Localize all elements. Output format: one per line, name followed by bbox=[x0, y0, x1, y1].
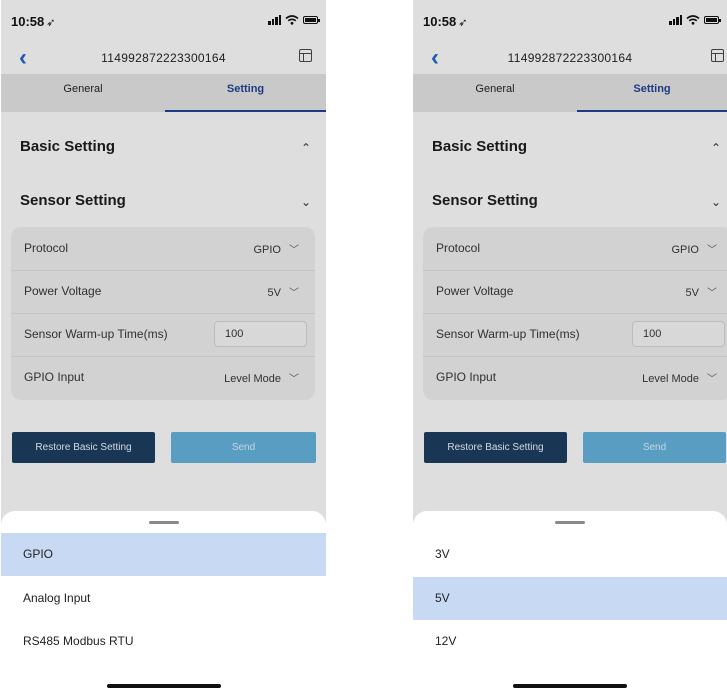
restore-basic-setting-button[interactable]: Restore Basic Setting bbox=[12, 432, 155, 463]
option-analog-input[interactable]: Analog Input bbox=[1, 577, 326, 620]
status-bar: 10:58 ➶ bbox=[1, 0, 326, 36]
warmup-time-input[interactable] bbox=[632, 321, 725, 347]
voltage-picker-sheet: 3V 5V 12V bbox=[413, 511, 727, 691]
protocol-picker-sheet: GPIO Analog Input RS485 Modbus RTU bbox=[1, 511, 326, 691]
tab-general[interactable]: General bbox=[413, 74, 577, 112]
battery-icon bbox=[704, 16, 721, 24]
phone-screen-voltage: 10:58 ➶ ‹ 114992872223300164 General Sett… bbox=[413, 0, 727, 691]
location-icon: ➶ bbox=[46, 17, 56, 29]
chevron-down-icon: ﹀ bbox=[707, 288, 717, 299]
chevron-down-icon: ﹀ bbox=[289, 245, 299, 256]
nav-bar: ‹ 114992872223300164 bbox=[413, 40, 727, 76]
section-sensor-setting[interactable]: Sensor Setting ⌄ bbox=[1, 185, 326, 219]
sensor-settings-card: Protocol GPIO ﹀ Power Voltage 5V ﹀ Sensor … bbox=[11, 227, 315, 400]
protocol-row: Protocol GPIO ﹀ bbox=[423, 227, 727, 271]
layout-icon[interactable] bbox=[711, 49, 724, 62]
chevron-down-icon: ﹀ bbox=[707, 374, 717, 385]
power-voltage-select[interactable]: 5V ﹀ bbox=[268, 284, 299, 299]
device-id-title: 114992872223300164 bbox=[101, 51, 226, 65]
wifi-icon bbox=[285, 15, 299, 25]
section-basic-setting[interactable]: Basic Setting ⌃ bbox=[413, 131, 727, 165]
section-title: Basic Setting bbox=[20, 138, 116, 155]
power-voltage-row: Power Voltage 5V ﹀ bbox=[11, 270, 315, 314]
option-12v[interactable]: 12V bbox=[413, 620, 727, 663]
tab-general[interactable]: General bbox=[1, 74, 165, 112]
battery-icon bbox=[303, 16, 320, 24]
chevron-up-icon: ⌃ bbox=[710, 141, 721, 155]
protocol-select[interactable]: GPIO ﹀ bbox=[253, 241, 299, 256]
power-voltage-label: Power Voltage bbox=[436, 284, 514, 298]
chevron-down-icon: ﹀ bbox=[289, 374, 299, 385]
gpio-input-select[interactable]: Level Mode ﹀ bbox=[642, 370, 717, 385]
signal-icon bbox=[669, 15, 682, 25]
send-button[interactable]: Send bbox=[583, 432, 726, 463]
send-button[interactable]: Send bbox=[171, 432, 316, 463]
gpio-input-row: GPIO Input Level Mode ﹀ bbox=[11, 356, 315, 399]
layout-icon[interactable] bbox=[299, 49, 312, 62]
chevron-down-icon: ⌄ bbox=[710, 195, 721, 209]
tab-setting[interactable]: Setting bbox=[577, 74, 727, 112]
tab-bar: General Setting bbox=[1, 74, 326, 112]
power-voltage-select[interactable]: 5V ﹀ bbox=[686, 284, 717, 299]
section-title: Basic Setting bbox=[432, 138, 528, 155]
warmup-time-row: Sensor Warm-up Time(ms) bbox=[423, 313, 727, 357]
warmup-time-input[interactable] bbox=[214, 321, 307, 347]
option-gpio[interactable]: GPIO bbox=[1, 533, 326, 576]
tab-bar: General Setting bbox=[413, 74, 727, 112]
power-voltage-row: Power Voltage 5V ﹀ bbox=[423, 270, 727, 314]
warmup-time-label: Sensor Warm-up Time(ms) bbox=[24, 327, 168, 341]
option-5v[interactable]: 5V bbox=[413, 577, 727, 620]
status-bar: 10:58 ➶ bbox=[413, 0, 727, 36]
status-time: 10:58 ➶ bbox=[11, 14, 56, 29]
warmup-time-row: Sensor Warm-up Time(ms) bbox=[11, 313, 315, 357]
settings-screen: 10:58 ➶ ‹ 114992872223300164 General Sett… bbox=[413, 0, 727, 691]
protocol-row: Protocol GPIO ﹀ bbox=[11, 227, 315, 271]
settings-screen: 10:58 ➶ ‹ 114992872223300164 General Sett… bbox=[1, 0, 326, 691]
location-icon: ➶ bbox=[458, 17, 468, 29]
device-id-title: 114992872223300164 bbox=[507, 51, 633, 65]
phone-screen-protocol: 10:58 ➶ ‹ 114992872223300164 General Sett… bbox=[1, 0, 326, 691]
home-indicator bbox=[106, 684, 221, 688]
option-3v[interactable]: 3V bbox=[413, 533, 727, 576]
restore-basic-setting-button[interactable]: Restore Basic Setting bbox=[424, 432, 567, 463]
gpio-input-label: GPIO Input bbox=[24, 370, 85, 384]
sheet-grab-handle[interactable] bbox=[148, 521, 179, 524]
section-basic-setting[interactable]: Basic Setting ⌃ bbox=[1, 131, 326, 165]
sensor-settings-card: Protocol GPIO ﹀ Power Voltage 5V ﹀ Sensor … bbox=[423, 227, 727, 400]
wifi-icon bbox=[686, 15, 700, 25]
tab-setting[interactable]: Setting bbox=[165, 74, 326, 112]
chevron-down-icon: ﹀ bbox=[289, 288, 299, 299]
status-time: 10:58 ➶ bbox=[423, 14, 468, 29]
warmup-time-label: Sensor Warm-up Time(ms) bbox=[436, 327, 580, 341]
protocol-select[interactable]: GPIO ﹀ bbox=[671, 241, 717, 256]
section-title: Sensor Setting bbox=[20, 192, 126, 209]
chevron-up-icon: ⌃ bbox=[300, 141, 311, 155]
nav-bar: ‹ 114992872223300164 bbox=[1, 40, 326, 76]
sheet-grab-handle[interactable] bbox=[555, 521, 585, 524]
gpio-input-row: GPIO Input Level Mode ﹀ bbox=[423, 356, 727, 399]
protocol-label: Protocol bbox=[436, 241, 481, 255]
signal-icon bbox=[268, 15, 281, 25]
option-rs485-modbus-rtu[interactable]: RS485 Modbus RTU bbox=[1, 620, 326, 663]
section-sensor-setting[interactable]: Sensor Setting ⌄ bbox=[413, 185, 727, 219]
gpio-input-label: GPIO Input bbox=[436, 370, 497, 384]
home-indicator bbox=[513, 684, 627, 688]
power-voltage-label: Power Voltage bbox=[24, 284, 102, 298]
section-title: Sensor Setting bbox=[432, 192, 538, 209]
chevron-down-icon: ﹀ bbox=[707, 245, 717, 256]
gpio-input-select[interactable]: Level Mode ﹀ bbox=[224, 370, 299, 385]
protocol-label: Protocol bbox=[24, 241, 69, 255]
chevron-down-icon: ⌄ bbox=[300, 195, 311, 209]
